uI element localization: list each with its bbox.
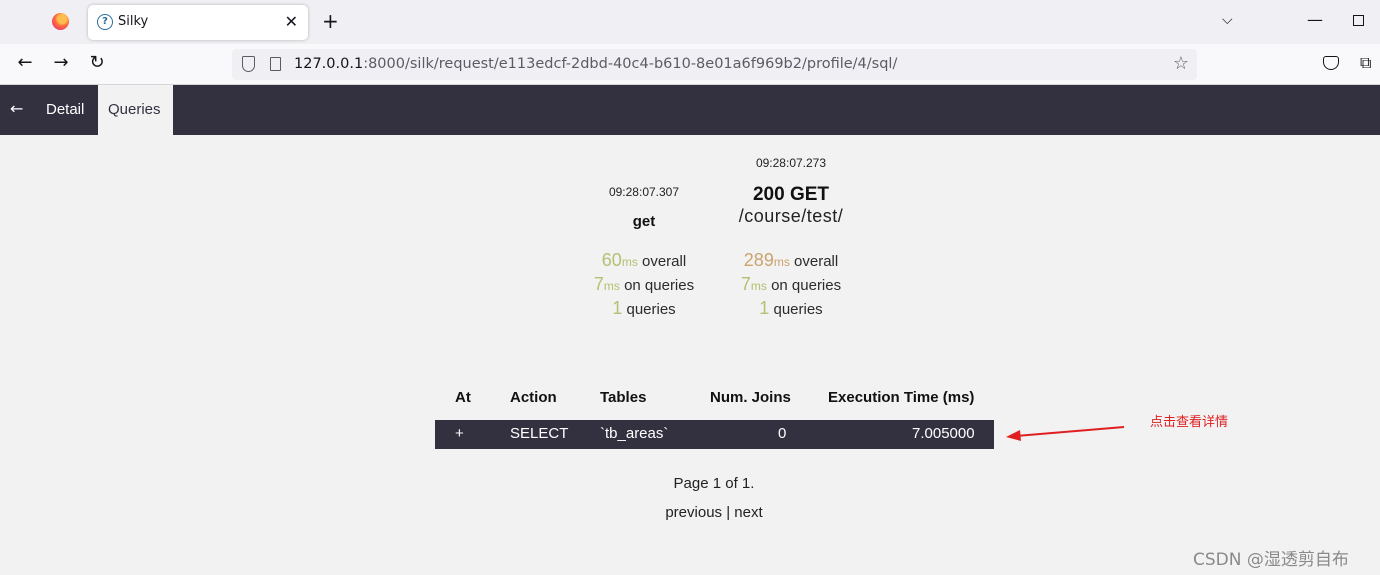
request-summary: 09:28:07.273 200 GET /course/test/ (711, 156, 871, 227)
annotation-arrow-icon (1006, 426, 1125, 441)
profile-summary: 09:28:07.307 get (574, 185, 714, 230)
column-header-num-joins[interactable]: Num. Joins (710, 389, 791, 406)
browser-tab-silky[interactable]: ? Silky ✕ (88, 5, 308, 40)
browser-nav-bar: ← → ↻ 127.0.0.1:8000/silk/request/e113ed… (0, 44, 1380, 85)
request-queries-time-value: 7 (740, 274, 751, 294)
ms-unit: ms (621, 255, 638, 269)
profile-time: 09:28:07.307 (608, 185, 680, 199)
request-path: /course/test/ (738, 206, 844, 226)
request-time: 09:28:07.273 (755, 156, 827, 170)
extensions-icon[interactable]: ⧉ (1360, 53, 1371, 73)
pagination: previous | next (614, 504, 814, 521)
silk-favicon-icon: ? (97, 14, 113, 30)
profile-stats: 60ms overall 7ms on queries 1 queries (574, 250, 714, 319)
ms-unit: ms (603, 279, 620, 293)
row-execution-time: 7.005000 (912, 425, 975, 442)
profile-queries-time-value: 7 (593, 274, 604, 294)
csdn-watermark: CSDN @湿透剪自布 (1193, 550, 1349, 570)
request-num-queries-value: 1 (759, 298, 770, 318)
previous-link[interactable]: previous (665, 504, 722, 521)
column-header-action[interactable]: Action (510, 389, 557, 406)
request-overall-value: 289 (743, 250, 774, 270)
ms-unit: ms (750, 279, 767, 293)
tracking-shield-icon[interactable] (242, 56, 255, 72)
table-row[interactable]: + SELECT `tb_areas` 0 7.005000 (435, 420, 994, 449)
page-info-icon[interactable] (270, 57, 281, 71)
request-stats: 289ms overall 7ms on queries 1 queries (711, 250, 871, 319)
request-status-method: 200 GET (752, 184, 830, 205)
minimize-window-button[interactable]: — (1307, 10, 1323, 29)
overall-label: overall (794, 253, 839, 270)
forward-button[interactable]: → (49, 52, 73, 73)
back-button[interactable]: ← (13, 52, 37, 73)
tab-queries[interactable]: Queries (98, 85, 173, 135)
silk-header: ← Detail Queries (0, 85, 1380, 135)
maximize-window-button[interactable] (1353, 15, 1364, 26)
on-queries-label: on queries (771, 277, 842, 294)
row-tables: `tb_areas` (600, 425, 669, 442)
pocket-icon[interactable] (1323, 56, 1339, 70)
row-action: SELECT (510, 425, 569, 442)
profile-overall-value: 60 (601, 250, 622, 270)
chevron-down-icon[interactable]: ⌵ (1222, 12, 1233, 28)
profile-name: get (632, 213, 656, 230)
annotation-text: 点击查看详情 (1150, 415, 1229, 430)
url-bar[interactable]: 127.0.0.1:8000/silk/request/e113edcf-2db… (232, 49, 1197, 80)
row-expand-icon[interactable]: + (455, 425, 464, 442)
new-tab-button[interactable]: + (322, 9, 339, 33)
url-text[interactable]: 127.0.0.1:8000/silk/request/e113edcf-2db… (294, 56, 897, 72)
overall-label: overall (642, 253, 687, 270)
page-indicator: Page 1 of 1. (673, 475, 755, 492)
tab-title: Silky (118, 14, 149, 29)
firefox-icon[interactable] (52, 13, 69, 30)
pager-separator: | (726, 504, 731, 521)
url-path: :8000/silk/request/e113edcf-2dbd-40c4-b6… (363, 56, 898, 72)
next-link[interactable]: next (734, 504, 762, 521)
row-num-joins: 0 (778, 425, 787, 442)
queries-label: queries (773, 301, 823, 318)
queries-label: queries (626, 301, 676, 318)
column-header-at[interactable]: At (455, 389, 471, 406)
ms-unit: ms (773, 255, 790, 269)
url-host: 127.0.0.1 (294, 56, 364, 72)
back-arrow-icon[interactable]: ← (10, 99, 23, 118)
tab-detail[interactable]: Detail (36, 85, 94, 135)
close-tab-icon[interactable]: ✕ (285, 12, 298, 31)
reload-button[interactable]: ↻ (85, 52, 109, 73)
profile-num-queries-value: 1 (612, 298, 623, 318)
bookmark-star-icon[interactable]: ☆ (1173, 53, 1189, 74)
column-header-tables[interactable]: Tables (600, 389, 646, 406)
on-queries-label: on queries (624, 277, 695, 294)
column-header-execution-time[interactable]: Execution Time (ms) (828, 389, 974, 406)
browser-tab-strip: ? Silky ✕ + ⌵ — (0, 0, 1380, 44)
